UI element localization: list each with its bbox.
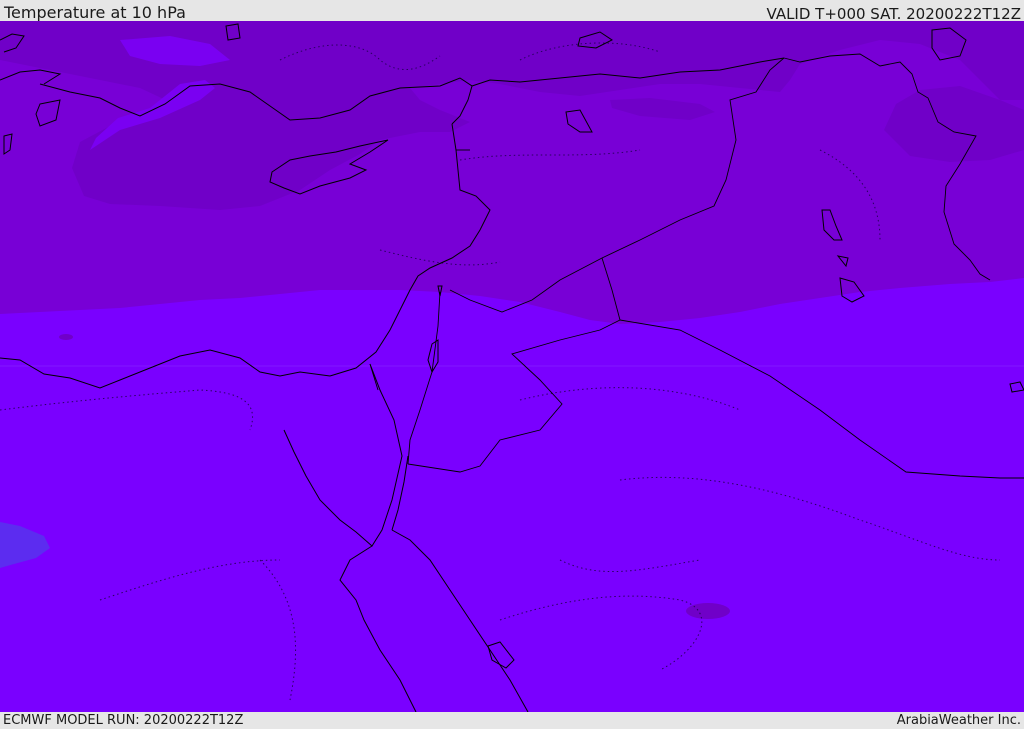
field-colder-spot (686, 603, 730, 619)
map-canvas (0, 21, 1024, 712)
model-run-label: ECMWF MODEL RUN: 20200222T12Z (3, 713, 244, 728)
weather-map (0, 21, 1024, 712)
footer-bar: ECMWF MODEL RUN: 20200222T12Z ArabiaWeat… (0, 712, 1024, 729)
credit-label: ArabiaWeather Inc. (896, 713, 1021, 728)
header-bar: Temperature at 10 hPa VALID T+000 SAT. 2… (0, 0, 1024, 23)
map-title: Temperature at 10 hPa (4, 3, 186, 22)
valid-time: VALID T+000 SAT. 20200222T12Z (766, 5, 1021, 23)
map-frame: Temperature at 10 hPa VALID T+000 SAT. 2… (0, 0, 1024, 729)
field-small-spot (59, 334, 73, 340)
